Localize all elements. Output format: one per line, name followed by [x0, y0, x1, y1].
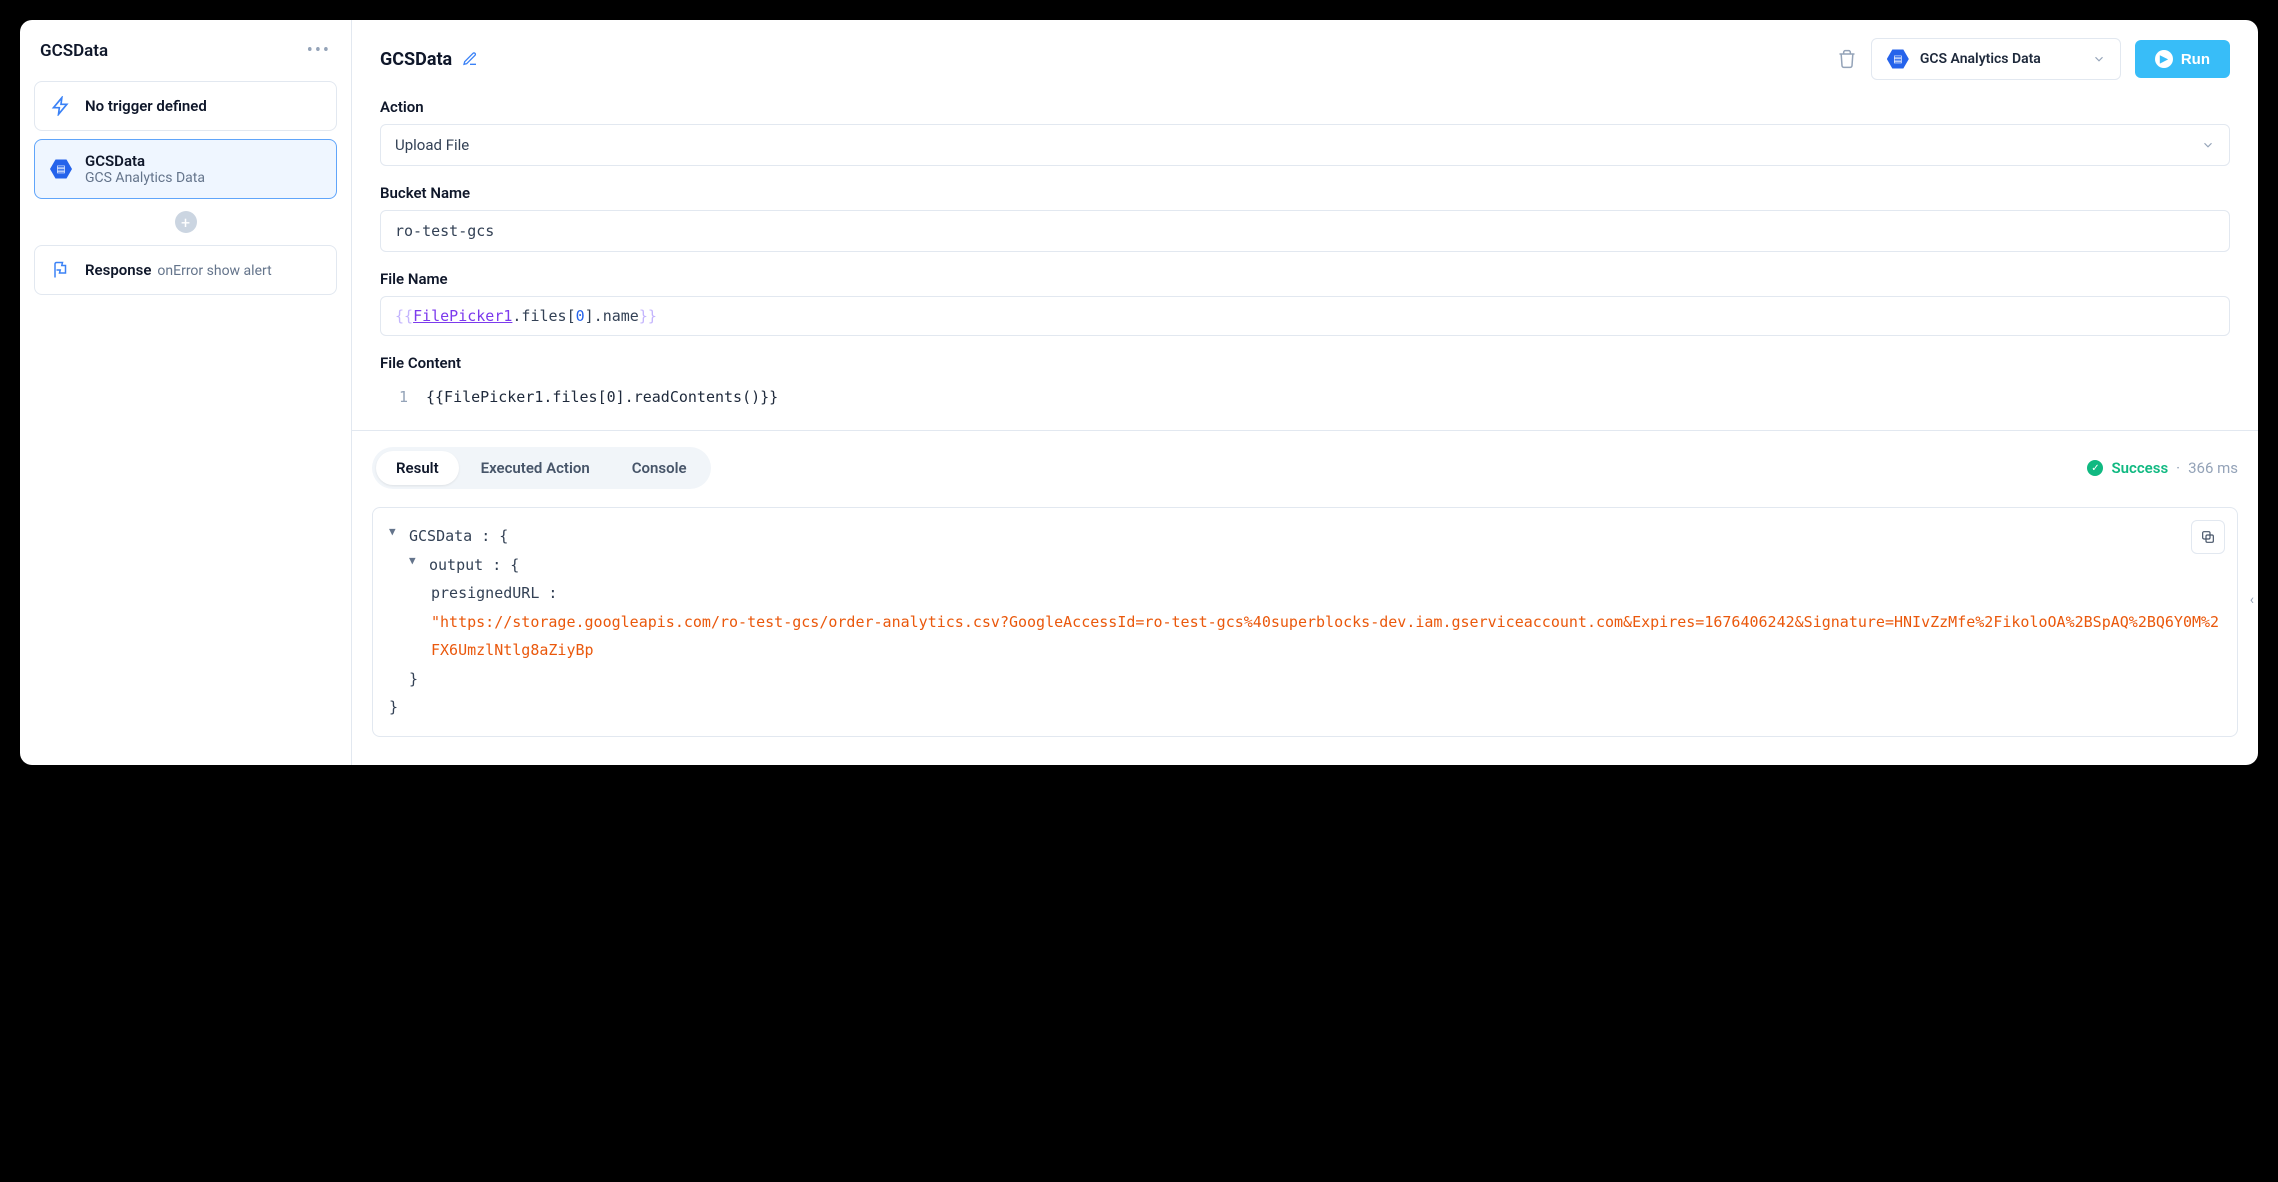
tree-presigned-key: presignedURL : — [389, 579, 2221, 608]
resource-select[interactable]: ▤ GCS Analytics Data — [1871, 38, 2121, 80]
tab-result[interactable]: Result — [376, 451, 459, 485]
page-title: GCSData — [380, 49, 452, 70]
filecontent-field: File Content 1 {{FilePicker1.files[0].re… — [380, 354, 2230, 414]
line-number: 1 — [380, 388, 408, 406]
sidebar-header: GCSData ••• — [34, 40, 337, 73]
sidebar: GCSData ••• No trigger defined ▤ GCSData… — [20, 20, 352, 765]
edit-icon[interactable] — [462, 51, 478, 67]
response-label: Response — [85, 261, 151, 279]
trash-icon[interactable] — [1837, 49, 1857, 69]
resource-label: GCS Analytics Data — [1920, 51, 2041, 67]
success-check-icon: ✓ — [2087, 460, 2103, 476]
step-title: GCSData — [85, 152, 205, 170]
main-panel: GCSData ▤ GCS Analytics Data — [352, 20, 2258, 765]
tree-root[interactable]: ▼ GCSData : { — [389, 522, 2221, 551]
filename-input[interactable]: {{FilePicker1.files[0].name}} — [380, 296, 2230, 336]
status: ✓ Success · 366 ms — [2087, 459, 2238, 477]
status-text: Success — [2111, 459, 2168, 477]
main-header: GCSData ▤ GCS Analytics Data — [352, 20, 2258, 90]
flag-icon — [49, 258, 73, 282]
bolt-icon — [49, 94, 73, 118]
filecontent-code: {{FilePicker1.files[0].readContents()}} — [426, 388, 778, 406]
filecontent-label: File Content — [380, 354, 2230, 372]
action-value: Upload File — [395, 136, 469, 154]
gcs-hex-icon: ▤ — [49, 157, 73, 181]
filename-field: File Name {{FilePicker1.files[0].name}} — [380, 270, 2230, 336]
tree-output[interactable]: ▼ output : { — [389, 551, 2221, 580]
action-select[interactable]: Upload File — [380, 124, 2230, 166]
tree-close-root: } — [389, 693, 2221, 722]
action-label: Action — [380, 98, 2230, 116]
copy-button[interactable] — [2191, 520, 2225, 554]
chevron-down-icon — [2201, 138, 2215, 152]
bucket-input[interactable]: ro-test-gcs — [380, 210, 2230, 252]
tree-close-output: } — [389, 665, 2221, 694]
trigger-node[interactable]: No trigger defined — [34, 81, 337, 131]
tabs-row: Result Executed Action Console ✓ Success… — [372, 447, 2238, 489]
tab-executed-action[interactable]: Executed Action — [461, 451, 610, 485]
run-label: Run — [2181, 51, 2210, 68]
step-node-gcsdata[interactable]: ▤ GCSData GCS Analytics Data — [34, 139, 337, 199]
response-detail: onError show alert — [157, 263, 271, 279]
bucket-value: ro-test-gcs — [395, 222, 494, 240]
sidebar-title: GCSData — [40, 41, 108, 61]
trigger-label: No trigger defined — [85, 97, 207, 115]
response-node[interactable]: Response onError show alert — [34, 245, 337, 295]
play-icon: ▶ — [2155, 50, 2173, 68]
app-window: GCSData ••• No trigger defined ▤ GCSData… — [20, 20, 2258, 765]
action-field: Action Upload File — [380, 98, 2230, 166]
caret-down-icon[interactable]: ▼ — [389, 522, 403, 543]
tree-presigned-value: "https://storage.googleapis.com/ro-test-… — [389, 608, 2221, 665]
results-region: Result Executed Action Console ✓ Success… — [352, 430, 2258, 753]
caret-down-icon[interactable]: ▼ — [409, 551, 423, 572]
more-icon[interactable]: ••• — [307, 40, 331, 61]
bucket-field: Bucket Name ro-test-gcs — [380, 184, 2230, 252]
filename-label: File Name — [380, 270, 2230, 288]
chevron-down-icon — [2092, 52, 2106, 66]
filecontent-editor[interactable]: 1 {{FilePicker1.files[0].readContents()}… — [380, 380, 2230, 414]
bucket-label: Bucket Name — [380, 184, 2230, 202]
form-body: Action Upload File Bucket Name ro-test-g… — [352, 90, 2258, 422]
step-subtitle: GCS Analytics Data — [85, 170, 205, 186]
run-button[interactable]: ▶ Run — [2135, 40, 2230, 78]
status-time: 366 ms — [2188, 459, 2238, 477]
gcs-hex-icon-small: ▤ — [1886, 47, 1910, 71]
collapse-handle-icon[interactable]: ‹ — [2250, 592, 2254, 608]
tab-console[interactable]: Console — [612, 451, 707, 485]
result-panel: ▼ GCSData : { ▼ output : { presignedURL … — [372, 507, 2238, 737]
tabs-pill: Result Executed Action Console — [372, 447, 711, 489]
add-step-button[interactable]: + — [175, 211, 197, 233]
